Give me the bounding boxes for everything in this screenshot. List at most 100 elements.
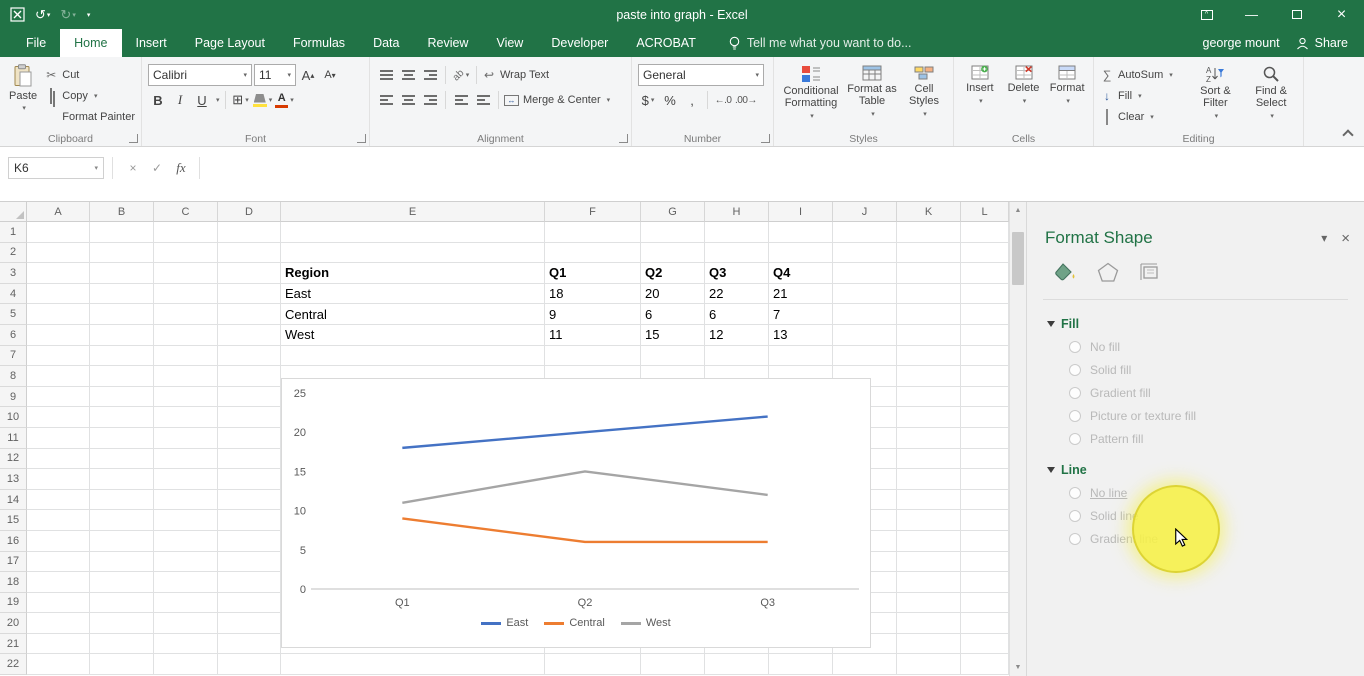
- size-properties-icon[interactable]: [1139, 262, 1161, 287]
- cell-D9[interactable]: [218, 387, 281, 408]
- cell-I4[interactable]: 21: [769, 284, 833, 305]
- cell-H2[interactable]: [705, 243, 769, 264]
- cell-H5[interactable]: 6: [705, 304, 769, 325]
- cell-C15[interactable]: [154, 510, 218, 531]
- cell-C1[interactable]: [154, 222, 218, 243]
- cell-D6[interactable]: [218, 325, 281, 346]
- cell-C8[interactable]: [154, 366, 218, 387]
- format-as-table-button[interactable]: Format as Table ▾: [846, 61, 898, 123]
- copy-button[interactable]: Copy▾: [44, 86, 135, 105]
- cell-I7[interactable]: [769, 346, 833, 367]
- font-name-combo[interactable]: Calibri▾: [148, 64, 252, 86]
- cell-C4[interactable]: [154, 284, 218, 305]
- cell-C10[interactable]: [154, 407, 218, 428]
- row-header-5[interactable]: 5: [0, 304, 27, 325]
- cell-B5[interactable]: [90, 304, 154, 325]
- option-no-fill[interactable]: No fill: [1069, 340, 1364, 354]
- cell-G6[interactable]: 15: [641, 325, 705, 346]
- scroll-up-arrow[interactable]: ▲: [1010, 202, 1026, 219]
- vertical-scrollbar-thumb[interactable]: [1012, 232, 1024, 285]
- tab-view[interactable]: View: [482, 29, 537, 57]
- cell-F6[interactable]: 11: [545, 325, 641, 346]
- insert-function-button[interactable]: fx: [169, 157, 193, 179]
- cell-K4[interactable]: [897, 284, 961, 305]
- cell-E7[interactable]: [281, 346, 545, 367]
- cell-B10[interactable]: [90, 407, 154, 428]
- collapse-ribbon-button[interactable]: [1342, 129, 1353, 140]
- cell-D11[interactable]: [218, 428, 281, 449]
- conditional-formatting-button[interactable]: Conditional Formatting ▾: [780, 61, 842, 123]
- enter-formula-button[interactable]: ✓: [145, 157, 169, 179]
- series-line-central[interactable]: [402, 518, 767, 542]
- row-header-18[interactable]: 18: [0, 572, 27, 593]
- cell-I1[interactable]: [769, 222, 833, 243]
- cell-D21[interactable]: [218, 634, 281, 655]
- increase-decimal-button[interactable]: ←.0: [713, 89, 733, 111]
- cell-K20[interactable]: [897, 613, 961, 634]
- cell-D8[interactable]: [218, 366, 281, 387]
- option-no-line[interactable]: No line: [1069, 486, 1364, 500]
- column-header-I[interactable]: I: [769, 202, 833, 222]
- cell-D2[interactable]: [218, 243, 281, 264]
- font-color-button[interactable]: A▾: [275, 89, 295, 111]
- cell-K3[interactable]: [897, 263, 961, 284]
- cell-K11[interactable]: [897, 428, 961, 449]
- pane-options-arrow[interactable]: ▾: [1321, 231, 1327, 245]
- number-format-combo[interactable]: General▾: [638, 64, 764, 86]
- vertical-scrollbar[interactable]: ▲ ▼: [1009, 202, 1026, 676]
- decrease-font-size-button[interactable]: A▾: [320, 64, 340, 86]
- cell-K18[interactable]: [897, 572, 961, 593]
- cell-G2[interactable]: [641, 243, 705, 264]
- maximize-button[interactable]: [1274, 0, 1319, 29]
- fill-section-header[interactable]: Fill: [1047, 316, 1364, 331]
- row-header-16[interactable]: 16: [0, 531, 27, 552]
- option-picture-or-texture-fill[interactable]: Picture or texture fill: [1069, 409, 1364, 423]
- ribbon-display-options-button[interactable]: ^: [1184, 0, 1229, 29]
- series-line-east[interactable]: [402, 417, 767, 448]
- tab-insert[interactable]: Insert: [122, 29, 181, 57]
- number-dialog-launcher[interactable]: [761, 134, 770, 143]
- cell-A14[interactable]: [27, 490, 90, 511]
- column-header-B[interactable]: B: [90, 202, 154, 222]
- name-box[interactable]: K6▾: [8, 157, 104, 179]
- cell-F5[interactable]: 9: [545, 304, 641, 325]
- cell-D1[interactable]: [218, 222, 281, 243]
- row-header-12[interactable]: 12: [0, 449, 27, 470]
- row-header-21[interactable]: 21: [0, 634, 27, 655]
- cell-C13[interactable]: [154, 469, 218, 490]
- format-cells-button[interactable]: Format ▾: [1047, 61, 1087, 108]
- cell-A12[interactable]: [27, 449, 90, 470]
- cell-B11[interactable]: [90, 428, 154, 449]
- tab-file[interactable]: File: [12, 29, 60, 57]
- cell-K17[interactable]: [897, 552, 961, 573]
- cell-G7[interactable]: [641, 346, 705, 367]
- cell-K8[interactable]: [897, 366, 961, 387]
- cell-C22[interactable]: [154, 654, 218, 675]
- cell-B6[interactable]: [90, 325, 154, 346]
- cell-C18[interactable]: [154, 572, 218, 593]
- cell-K14[interactable]: [897, 490, 961, 511]
- cell-D17[interactable]: [218, 552, 281, 573]
- cell-A17[interactable]: [27, 552, 90, 573]
- tell-me-box[interactable]: Tell me what you want to do...: [728, 29, 912, 57]
- row-header-14[interactable]: 14: [0, 490, 27, 511]
- column-header-J[interactable]: J: [833, 202, 897, 222]
- cell-A2[interactable]: [27, 243, 90, 264]
- column-header-K[interactable]: K: [897, 202, 961, 222]
- cell-B17[interactable]: [90, 552, 154, 573]
- cell-I5[interactable]: 7: [769, 304, 833, 325]
- cell-A7[interactable]: [27, 346, 90, 367]
- borders-button[interactable]: ⊞▾: [231, 89, 251, 111]
- cell-L12[interactable]: [961, 449, 1009, 470]
- row-header-11[interactable]: 11: [0, 428, 27, 449]
- cell-B20[interactable]: [90, 613, 154, 634]
- row-header-22[interactable]: 22: [0, 654, 27, 675]
- row-header-10[interactable]: 10: [0, 407, 27, 428]
- cell-L10[interactable]: [961, 407, 1009, 428]
- option-solid-fill[interactable]: Solid fill: [1069, 363, 1364, 377]
- cell-C12[interactable]: [154, 449, 218, 470]
- cell-B4[interactable]: [90, 284, 154, 305]
- fill-button[interactable]: ↓Fill▾: [1100, 86, 1186, 105]
- cell-C2[interactable]: [154, 243, 218, 264]
- row-header-1[interactable]: 1: [0, 222, 27, 243]
